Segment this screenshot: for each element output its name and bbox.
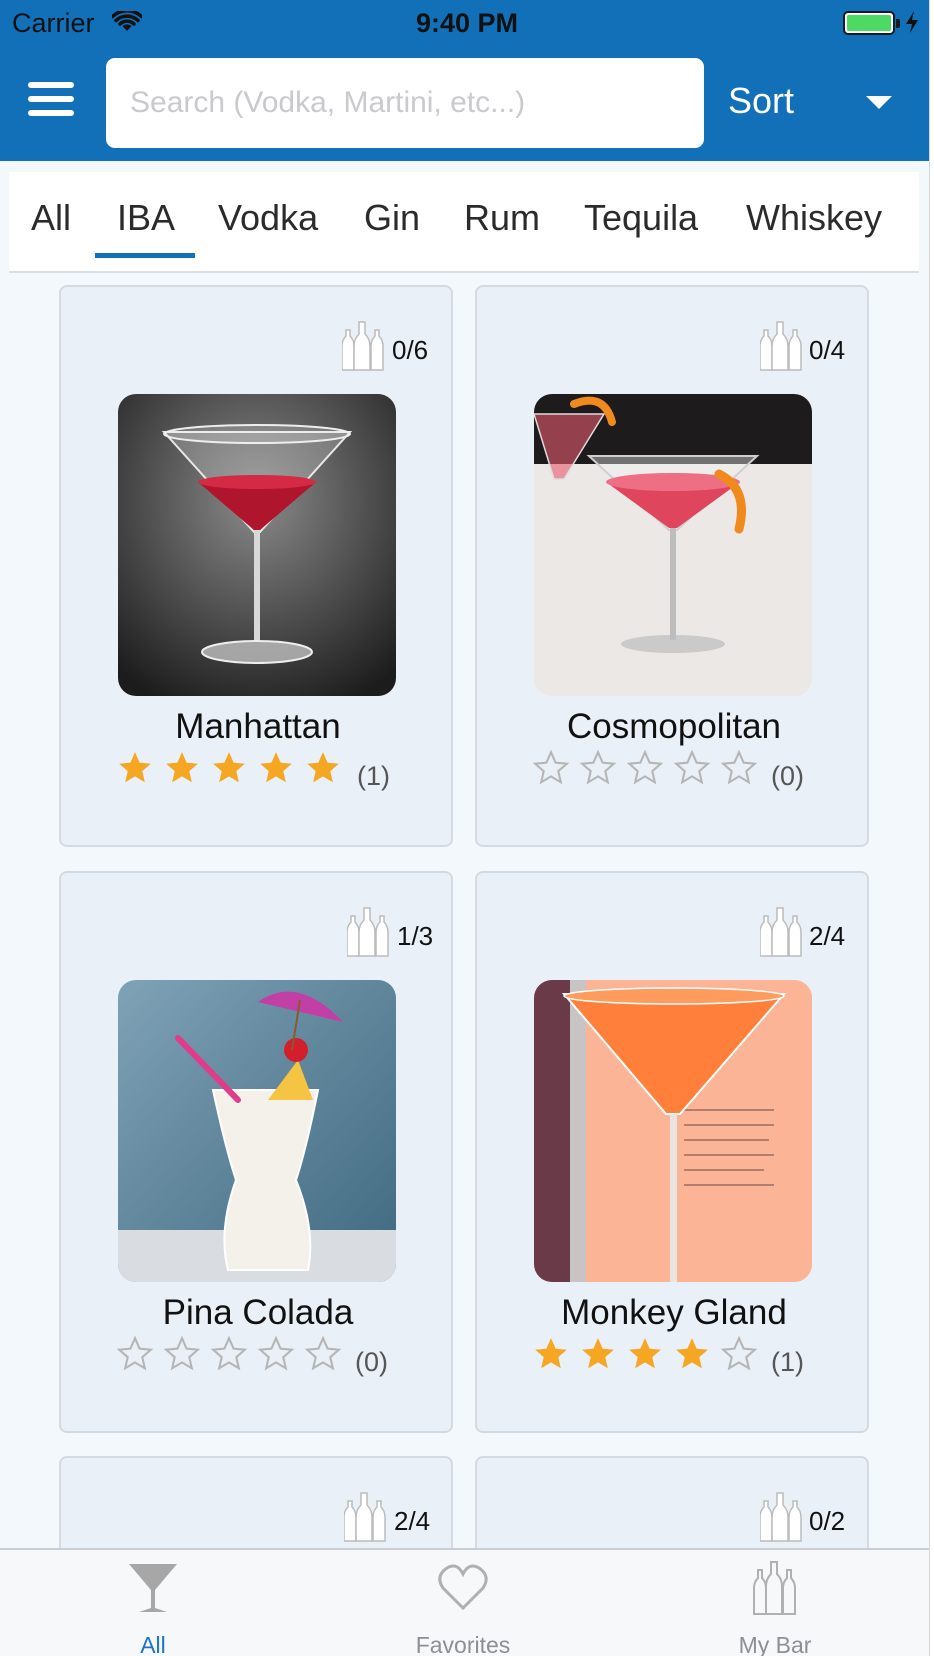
cocktail-photo [534,394,812,696]
cocktail-photo [118,980,396,1282]
star-empty-icon [579,749,617,785]
active-tab-indicator [95,253,195,258]
star-empty-icon [304,1335,342,1371]
star-empty-icon [720,1335,758,1371]
ingredient-count: 2/4 [809,921,846,951]
bottles-icon [753,1561,796,1615]
tab-gin[interactable]: Gin [364,197,420,239]
rating-count: (0) [355,1347,388,1377]
tab-rum[interactable]: Rum [464,197,540,239]
tab-bar-label: My Bar [738,1632,812,1656]
ingredient-count: 2/4 [394,1506,431,1536]
category-tabs: All IBA Vodka Gin Rum Tequila Whiskey [9,172,919,273]
rating-stars [116,749,356,789]
star-filled-icon [629,1338,661,1369]
cocktail-name: Manhattan [175,707,341,746]
menu-icon[interactable] [28,82,74,118]
star-filled-icon [166,752,198,783]
rating-count: (0) [771,761,804,791]
tab-bar-label: All [140,1632,166,1656]
heart-icon [438,1564,488,1611]
bottles-icon [342,321,384,371]
tab-bar-label: Favorites [415,1632,511,1656]
cocktail-glass-icon [129,1564,177,1612]
cocktail-photo [534,980,812,1282]
battery-icon [843,11,895,35]
bottles-icon [760,321,802,371]
rating-count: (1) [357,761,390,791]
charging-bolt-icon [906,11,918,33]
tab-whiskey[interactable]: Whiskey [746,197,882,239]
rating-stars [532,1335,772,1375]
star-empty-icon [210,1335,248,1371]
search-input[interactable] [106,58,704,148]
clock-label: 9:40 PM [415,8,519,38]
cocktail-card[interactable]: 2/4 Monkey Gland (1) [475,871,869,1433]
cocktail-photo [118,394,396,696]
star-filled-icon [676,1338,708,1369]
battery-tip [896,19,900,28]
star-empty-icon [532,749,570,785]
cocktail-name: Pina Colada [162,1293,354,1332]
star-empty-icon [257,1335,295,1371]
sort-button[interactable]: Sort [728,80,794,122]
tab-bar-my-bar[interactable]: My Bar [675,1550,875,1656]
tab-vodka[interactable]: Vodka [218,197,318,239]
ingredient-count: 0/6 [392,335,429,365]
cocktail-name: Cosmopolitan [567,707,781,746]
bottles-icon [760,1492,802,1542]
tab-all[interactable]: All [31,197,71,239]
bottles-icon [347,907,389,957]
ingredient-count: 0/2 [809,1506,846,1536]
rating-stars [116,1335,356,1375]
star-empty-icon [626,749,664,785]
rating-count: (1) [771,1347,804,1377]
star-filled-icon [307,752,339,783]
star-empty-icon [720,749,758,785]
tab-bar-all[interactable]: All [53,1550,253,1656]
bottom-tab-bar: All Favorites My Bar [0,1548,929,1656]
tab-bar-favorites[interactable]: Favorites [363,1550,563,1656]
cocktail-card[interactable]: 0/4 Cosmopolitan (0) [475,285,869,847]
bottles-icon [760,907,802,957]
cocktail-card[interactable]: 1/3 Pina Colada (0) [59,871,453,1433]
star-empty-icon [163,1335,201,1371]
tab-iba[interactable]: IBA [117,197,175,239]
sort-dropdown-icon[interactable] [866,96,892,109]
star-filled-icon [213,752,245,783]
ingredient-count: 1/3 [397,921,434,951]
star-filled-icon [582,1338,614,1369]
bottles-icon [344,1492,386,1542]
star-filled-icon [535,1338,567,1369]
star-empty-icon [116,1335,154,1371]
rating-stars [532,749,772,789]
tab-tequila[interactable]: Tequila [584,197,698,239]
edge-gutter [929,0,934,1656]
cocktail-name: Monkey Gland [561,1293,787,1332]
cocktail-card[interactable]: 0/6 Manhattan (1) [59,285,453,847]
star-empty-icon [673,749,711,785]
ingredient-count: 0/4 [809,335,846,365]
star-filled-icon [119,752,151,783]
star-filled-icon [260,752,292,783]
